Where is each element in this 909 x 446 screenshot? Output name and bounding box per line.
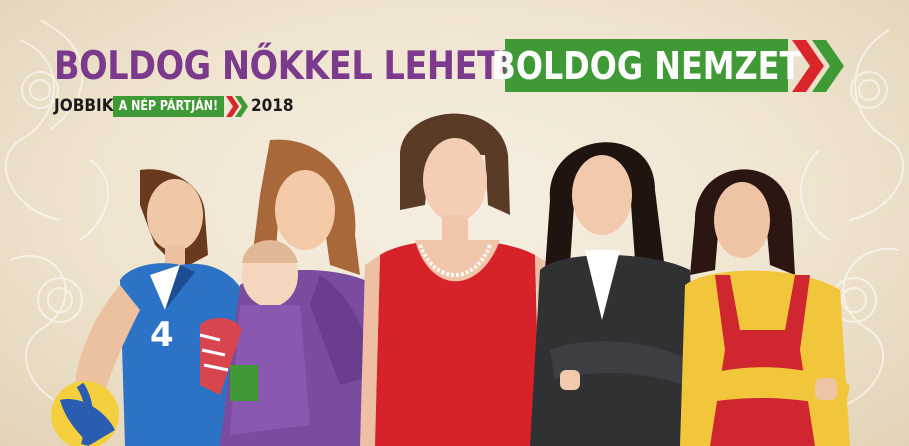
double-chevron-icon — [792, 40, 844, 92]
headline-green-text: BOLDOG NEMZET — [491, 43, 802, 88]
jersey-number: 4 — [150, 315, 174, 355]
mother-with-baby-figure — [199, 139, 380, 446]
year: 2018 — [251, 96, 294, 116]
slogan-text: A NÉP PÁRTJÁN! — [118, 99, 219, 114]
slogan-box: A NÉP PÁRTJÁN! — [113, 96, 224, 117]
subline: JOBBIK — [54, 94, 120, 118]
small-double-chevron-icon — [226, 96, 248, 117]
headline-green-box: BOLDOG NEMZET — [492, 39, 801, 92]
apron-woman-figure — [680, 169, 850, 446]
party-name: JOBBIK — [54, 96, 114, 116]
business-woman-figure — [530, 142, 698, 446]
